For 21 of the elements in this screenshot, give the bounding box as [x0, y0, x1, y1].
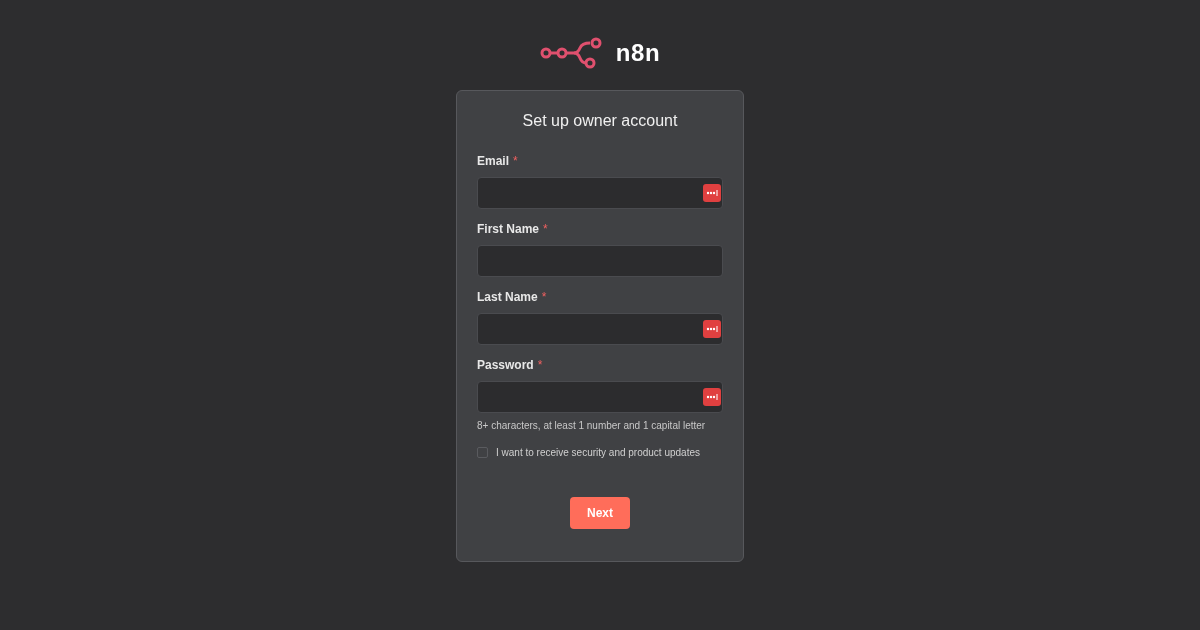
card-title: Set up owner account	[521, 111, 679, 131]
field-label: Last Name	[477, 289, 538, 306]
required-mark: *	[543, 221, 548, 238]
checkbox-label: I want to receive security and product updates	[496, 446, 700, 460]
field-label: Email	[477, 153, 509, 170]
required-mark: *	[513, 153, 518, 170]
password-hint: 8+ characters, at least 1 number and 1 capital letter	[477, 419, 707, 433]
input-field[interactable]	[477, 313, 723, 345]
input-field[interactable]	[477, 177, 723, 209]
input-field[interactable]	[477, 245, 723, 277]
required-mark: *	[537, 357, 543, 374]
checkbox[interactable]	[477, 447, 488, 458]
required-mark: *	[541, 289, 547, 306]
password-manager-icon[interactable]	[703, 184, 721, 202]
logo-text: n8n	[615, 38, 661, 68]
password-manager-icon[interactable]	[703, 388, 721, 406]
input-field[interactable]	[477, 381, 723, 413]
password-manager-icon[interactable]	[703, 320, 721, 338]
field-label: Password	[477, 357, 534, 374]
field-label: First Name	[477, 221, 540, 238]
next-button[interactable]: Next	[570, 497, 630, 529]
